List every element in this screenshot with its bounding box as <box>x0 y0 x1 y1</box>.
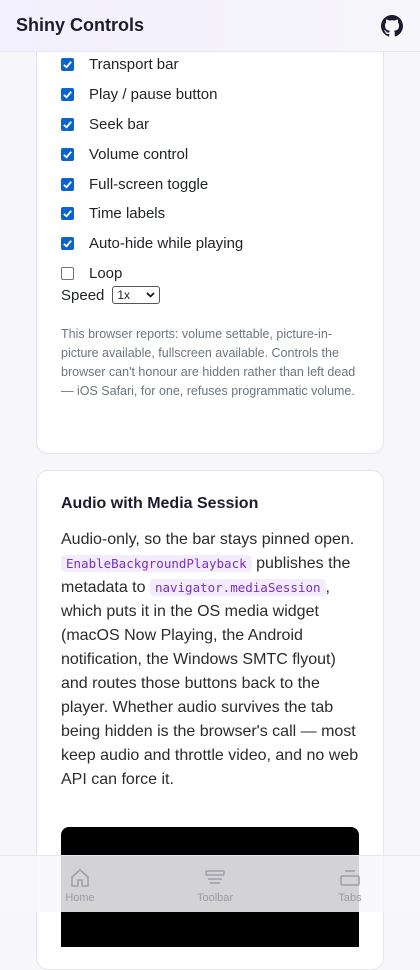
option-auto-hide[interactable]: Auto-hide while playing <box>61 229 243 259</box>
option-time-labels[interactable]: Time labels <box>61 199 243 229</box>
option-volume[interactable]: Volume control <box>61 139 243 169</box>
bottom-nav: Home Toolbar Tabs <box>0 855 420 912</box>
tabs-icon <box>339 867 361 889</box>
capabilities-note: This browser reports: volume settable, p… <box>61 327 356 398</box>
code-navigator-media-session: navigator.mediaSession <box>149 579 326 596</box>
text-segment: , which puts it in the OS media widget (… <box>61 579 359 788</box>
nav-item-toolbar[interactable]: Toolbar <box>185 856 245 912</box>
option-fullscreen[interactable]: Full-screen toggle <box>61 169 243 199</box>
option-label: Seek bar <box>89 115 150 133</box>
card-title: Audio with Media Session <box>61 495 259 512</box>
option-label: Volume control <box>89 145 189 163</box>
speed-value: 1x <box>117 288 131 302</box>
option-label: Full-screen toggle <box>89 175 209 193</box>
option-label: Play / pause button <box>89 86 218 104</box>
control-options-list: Transport bar Play / pause button Seek b… <box>61 50 243 288</box>
option-label: Transport bar <box>89 56 179 74</box>
speed-label: Speed <box>61 286 105 304</box>
checkbox-checked[interactable] <box>61 117 74 131</box>
nav-item-home[interactable]: Home <box>50 856 110 912</box>
option-loop[interactable]: Loop <box>61 259 243 289</box>
nav-item-tabs[interactable]: Tabs <box>320 856 380 912</box>
checkbox-checked[interactable] <box>61 88 74 102</box>
toolbar-icon <box>204 867 226 889</box>
speed-row: Speed 1x <box>61 286 161 304</box>
nav-label: Tabs <box>338 892 362 904</box>
checkbox-checked[interactable] <box>61 237 74 251</box>
option-play-pause[interactable]: Play / pause button <box>61 80 243 110</box>
checkbox-checked[interactable] <box>61 58 74 72</box>
top-app-bar: Shiny Controls <box>0 0 420 52</box>
option-label: Time labels <box>89 205 166 223</box>
nav-label: Home <box>65 892 95 904</box>
nav-label: Toolbar <box>196 892 234 904</box>
app-title: Shiny Controls <box>16 15 145 35</box>
code-enable-background-playback: EnableBackgroundPlayback <box>61 555 252 572</box>
checkbox-unchecked[interactable] <box>61 266 74 280</box>
checkbox-checked[interactable] <box>61 147 74 161</box>
audio-description: Audio-only, so the bar stays pinned open… <box>61 528 361 792</box>
chevron-down-icon <box>146 292 155 298</box>
home-icon <box>69 867 91 889</box>
option-transport-bar[interactable]: Transport bar <box>61 50 243 80</box>
option-label: Auto-hide while playing <box>89 235 244 253</box>
option-seek-bar[interactable]: Seek bar <box>61 110 243 140</box>
checkbox-checked[interactable] <box>61 177 74 191</box>
controls-card: Transport bar Play / pause button Seek b… <box>36 20 384 454</box>
github-icon[interactable] <box>380 14 404 38</box>
checkbox-checked[interactable] <box>61 207 74 221</box>
option-label: Loop <box>89 264 123 282</box>
speed-select[interactable]: 1x <box>112 286 161 304</box>
text-segment: Audio-only, so the bar stays pinned open… <box>61 531 355 548</box>
